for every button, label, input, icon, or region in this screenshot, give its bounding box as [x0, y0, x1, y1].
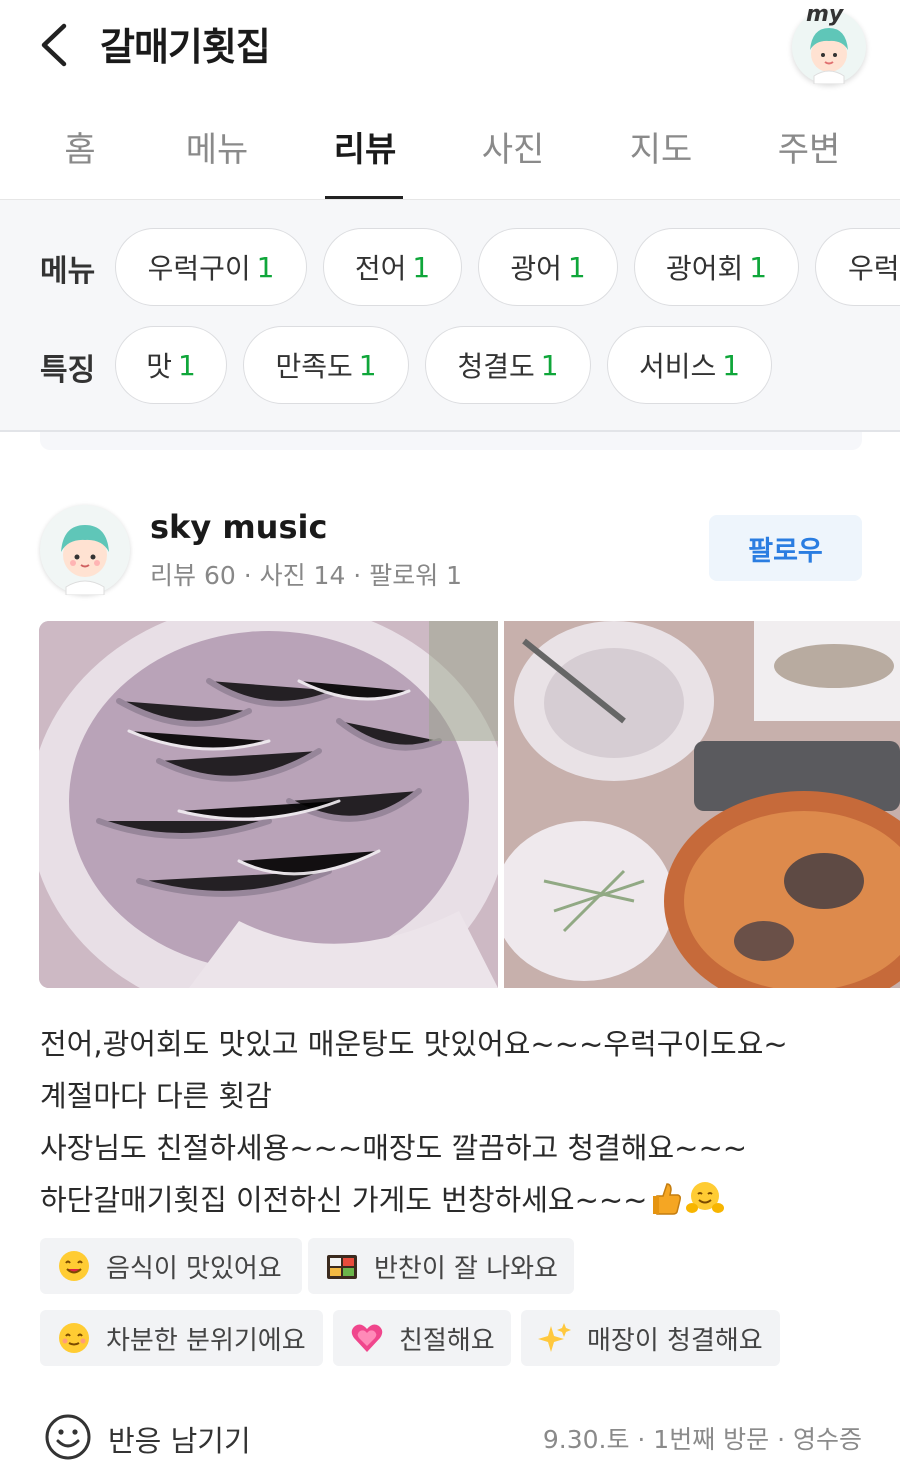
my-badge: my: [806, 2, 844, 27]
chip-count: 1: [358, 348, 377, 382]
chip-name: 우럭구이: [147, 252, 251, 285]
reviewer-stats: 리뷰 60 · 사진 14 · 팔로워 1: [150, 561, 463, 590]
tab-reviews[interactable]: 리뷰: [305, 122, 425, 171]
chip-count: 1: [177, 348, 196, 382]
review-photo[interactable]: [504, 621, 900, 988]
chip-name: 맛: [146, 350, 172, 383]
smiley-reaction-icon[interactable]: [44, 1413, 92, 1461]
chip-count: 1: [540, 348, 559, 382]
tag-label: 차분한 분위기에요: [106, 1325, 306, 1356]
sliced-fish-photo: [39, 621, 498, 988]
tab-photos[interactable]: 사진: [453, 122, 573, 171]
menu-filter-label: 메뉴: [40, 254, 96, 289]
chip-count: 1: [567, 250, 586, 284]
tag-label: 음식이 맛있어요: [106, 1253, 282, 1284]
leave-reaction-button[interactable]: 반응 남기기: [108, 1418, 251, 1460]
bento-icon: [327, 1255, 357, 1279]
active-tab-indicator: [325, 196, 403, 199]
chip-name: 광어회: [665, 252, 744, 285]
tab-home[interactable]: 홈: [20, 122, 140, 171]
tag-label: 반찬이 잘 나와요: [374, 1253, 558, 1284]
visit-meta: 9.30.토 · 1번째 방문 · 영수증: [542, 1425, 862, 1454]
chip-count: 1: [722, 348, 741, 382]
page-title: 갈매기횟집: [100, 25, 271, 69]
spicy-stew-photo: [504, 621, 900, 988]
chip-count: 1: [749, 250, 768, 284]
chip-count: 1: [256, 250, 275, 284]
app-header: 갈매기횟집 my: [0, 0, 900, 95]
menu-chip[interactable]: 전어 1: [323, 228, 462, 306]
sparkles-icon: [538, 1323, 571, 1352]
chip-name: 만족도: [275, 350, 353, 383]
chip-name: 전어: [354, 252, 407, 285]
back-arrow-icon[interactable]: [34, 20, 78, 70]
menu-chip[interactable]: 우럭: [815, 228, 900, 306]
reviewer-avatar[interactable]: [40, 505, 130, 596]
follow-button[interactable]: 팔로우: [709, 515, 862, 581]
keyword-tag: 친절해요: [333, 1310, 511, 1366]
feature-chip[interactable]: 맛1: [115, 326, 227, 404]
reviewer-illustration-icon: [61, 525, 109, 596]
menu-chip[interactable]: 광어회 1: [634, 228, 799, 306]
feature-chip[interactable]: 서비스 1: [607, 326, 772, 404]
menu-chip[interactable]: 광어 1: [478, 228, 618, 306]
reviewer-name[interactable]: sky music: [150, 508, 327, 546]
tab-nearby[interactable]: 주변: [749, 122, 869, 171]
keyword-tag: 반찬이 잘 나와요: [308, 1238, 574, 1294]
previous-card-edge: [40, 432, 862, 450]
chip-name: 청결도: [457, 350, 535, 383]
feature-filter-label: 특징: [40, 353, 96, 388]
thumbs-up-icon: [653, 1183, 682, 1215]
heart-icon: [351, 1324, 383, 1352]
keyword-tag: 차분한 분위기에요: [40, 1310, 323, 1366]
calm-face-icon: [59, 1323, 89, 1353]
keyword-tag: 매장이 청결해요: [521, 1310, 780, 1366]
menu-chip[interactable]: 우럭구이 1: [115, 228, 307, 306]
tag-label: 친절해요: [399, 1325, 495, 1356]
tab-bar: 홈 메뉴 리뷰 사진 지도 주변: [0, 100, 900, 200]
tab-map[interactable]: 지도: [601, 122, 721, 171]
review-text-line: 전어,광어회도 맛있고 매운탕도 맛있어요~~~우럭구이도요~: [40, 1027, 788, 1061]
review-text-line: 계절마다 다른 횟감: [40, 1079, 272, 1113]
review-photo[interactable]: [39, 621, 498, 988]
yum-face-icon: [59, 1251, 89, 1281]
chip-name: 광어: [510, 252, 562, 285]
chip-name: 서비스: [638, 350, 717, 383]
review-text-line: 하단갈매기횟집 이전하신 가게도 번창하세요~~~: [40, 1174, 870, 1226]
hugging-face-icon: [686, 1182, 725, 1213]
review-body: 전어,광어회도 맛있고 매운탕도 맛있어요~~~우럭구이도요~ 계절마다 다른 …: [40, 1018, 870, 1226]
tab-menu[interactable]: 메뉴: [157, 122, 277, 171]
review-filter-panel: 메뉴 우럭구이 1 전어 1 광어 1 광어회 1 우럭 특징 맛1 만족도 1 청결도 1…: [0, 200, 900, 432]
chip-name: 우럭: [848, 252, 900, 285]
chip-count: 1: [412, 250, 431, 284]
tag-label: 매장이 청결해요: [587, 1325, 763, 1356]
feature-chip[interactable]: 청결도 1: [425, 326, 591, 404]
review-text-line: 사장님도 친절하세용~~~매장도 깔끔하고 청결해요~~~: [40, 1131, 748, 1165]
keyword-tag: 음식이 맛있어요: [40, 1238, 302, 1294]
feature-chip[interactable]: 만족도 1: [243, 326, 409, 404]
